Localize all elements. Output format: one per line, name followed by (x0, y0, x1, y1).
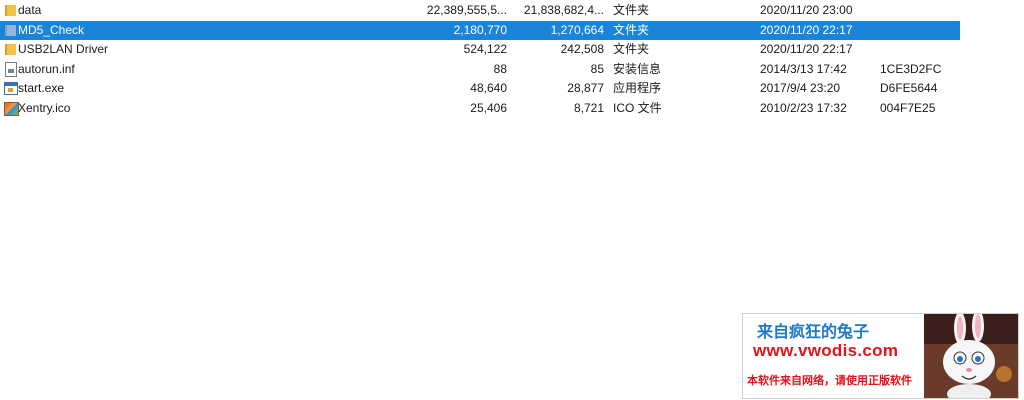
file-packed-size: 1,270,664 (550, 23, 604, 37)
file-size: 22,389,555,5... (426, 3, 507, 17)
file-row-autorun-inf[interactable]: autorun.inf 88 85 安装信息 2014/3/13 17:42 1… (0, 60, 960, 79)
folder-icon (5, 25, 16, 36)
file-type: 文件夹 (613, 3, 650, 17)
file-size: 88 (493, 62, 507, 76)
file-row-start-exe[interactable]: start.exe 48,640 28,877 应用程序 2017/9/4 23… (0, 79, 960, 98)
file-crc: D6FE5644 (880, 81, 938, 95)
file-packed-size: 8,721 (573, 101, 604, 115)
file-name: USB2LAN Driver (18, 42, 109, 56)
file-name: autorun.inf (18, 62, 75, 76)
folder-icon (5, 44, 16, 55)
file-row-xentry-ico[interactable]: Xentry.ico 25,406 8,721 ICO 文件 2010/2/23… (0, 99, 960, 118)
file-type: 应用程序 (613, 81, 662, 95)
file-type: 文件夹 (613, 23, 650, 37)
file-packed-size: 21,838,682,4... (523, 3, 604, 17)
file-modified: 2017/9/4 23:20 (760, 81, 841, 95)
file-type: 安装信息 (613, 62, 662, 76)
file-size: 524,122 (463, 42, 507, 56)
file-name: MD5_Check (18, 23, 85, 37)
file-packed-size: 85 (590, 62, 604, 76)
file-name: Xentry.ico (18, 101, 71, 115)
watermark-url: www.vwodis.com (753, 341, 899, 360)
file-row-usb2lan-driver[interactable]: USB2LAN Driver 524,122 242,508 文件夹 2020/… (0, 40, 960, 59)
watermark-notice: 本软件来自网络，请使用正版软件 (747, 374, 912, 387)
ico-file-icon (4, 102, 19, 116)
file-row-data[interactable]: data 22,389,555,5... 21,838,682,4... 文件夹… (0, 1, 960, 20)
file-size: 2,180,770 (453, 23, 507, 37)
file-size: 25,406 (470, 101, 507, 115)
file-row-md5-check[interactable]: MD5_Check 2,180,770 1,270,664 文件夹 2020/1… (0, 21, 960, 40)
watermark-banner: 来自疯狂的兔子 www.vwodis.com 本软件来自网络，请使用正版软件 (742, 313, 1019, 399)
file-modified: 2020/11/20 23:00 (760, 3, 853, 17)
file-packed-size: 242,508 (560, 42, 604, 56)
inf-file-icon (5, 62, 17, 77)
file-crc: 004F7E25 (880, 101, 936, 115)
file-name: data (18, 3, 42, 17)
exe-file-icon (4, 82, 18, 95)
file-crc: 1CE3D2FC (880, 62, 942, 76)
file-modified: 2020/11/20 22:17 (760, 23, 853, 37)
file-type: 文件夹 (613, 42, 650, 56)
file-modified: 2014/3/13 17:42 (760, 62, 847, 76)
file-type: ICO 文件 (613, 101, 662, 115)
file-modified: 2010/2/23 17:32 (760, 101, 847, 115)
watermark-title: 来自疯狂的兔子 (757, 322, 870, 341)
bunny-mascot-icon (924, 314, 1018, 398)
file-name: start.exe (18, 81, 65, 95)
folder-icon (5, 5, 16, 16)
file-size: 48,640 (470, 81, 507, 95)
file-modified: 2020/11/20 22:17 (760, 42, 853, 56)
file-packed-size: 28,877 (567, 81, 604, 95)
